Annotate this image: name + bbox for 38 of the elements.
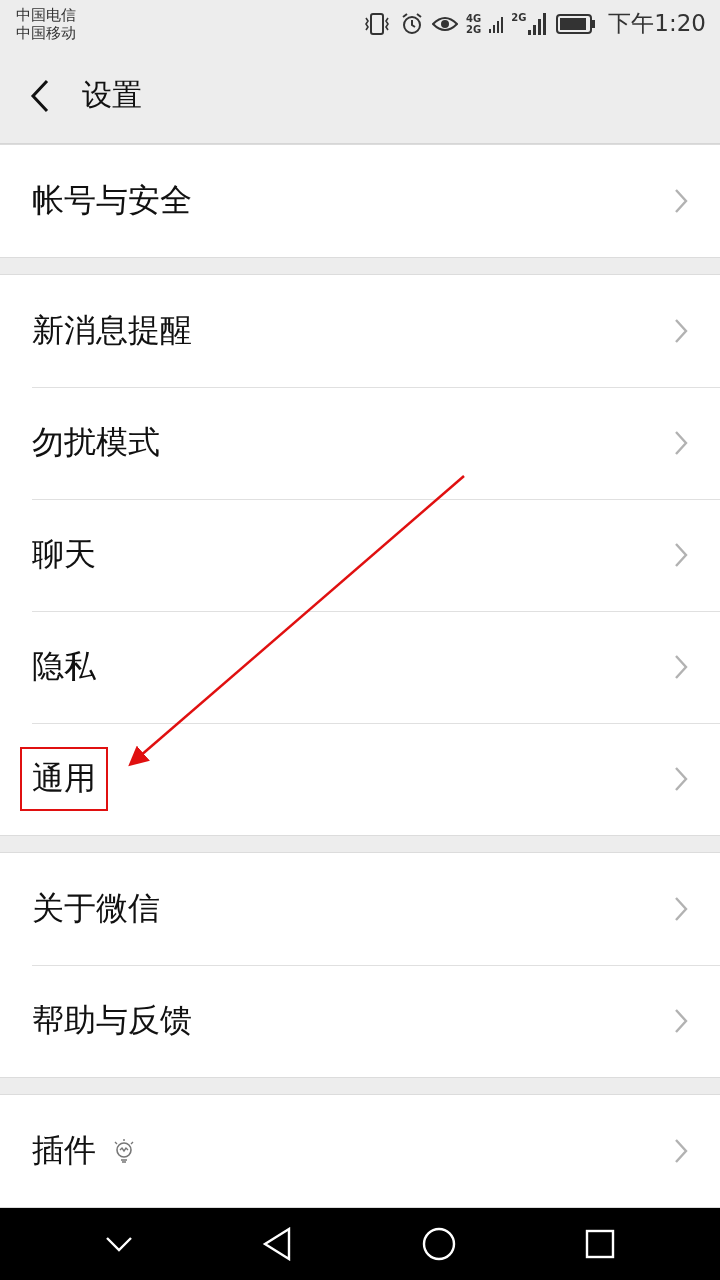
chevron-icon	[674, 318, 688, 345]
chevron-icon	[674, 1138, 688, 1165]
carrier-name: 中国电信	[16, 5, 76, 24]
signal-icon	[528, 11, 549, 36]
item-label: 帐号与安全	[31, 180, 193, 222]
item-label: 插件	[31, 1130, 97, 1172]
alarm-icon	[400, 11, 424, 36]
settings-item[interactable]: 新消息提醒	[0, 275, 720, 388]
clock-time: 下午1:20	[608, 9, 706, 39]
item-label: 新消息提醒	[31, 310, 193, 352]
network-label: 4G	[466, 12, 482, 24]
item-label: 通用	[20, 747, 108, 812]
item-label: 勿扰模式	[31, 422, 161, 464]
item-label: 关于微信	[31, 888, 161, 930]
chevron-icon	[674, 188, 688, 215]
chevron-icon	[674, 654, 688, 681]
item-label: 聊天	[31, 534, 97, 576]
recent-apps-icon[interactable]	[585, 1229, 616, 1260]
chevron-icon	[674, 766, 688, 793]
battery-icon	[556, 13, 597, 34]
chevron-icon	[674, 542, 688, 569]
network-label: 2G	[466, 23, 482, 35]
item-label: 隐私	[31, 646, 97, 688]
page-title: 设置	[82, 76, 142, 115]
settings-item[interactable]: 帐号与安全	[0, 145, 720, 258]
chevron-icon	[674, 1008, 688, 1035]
chevron-icon	[674, 896, 688, 923]
collapse-icon[interactable]	[104, 1236, 133, 1253]
vibrate-icon	[362, 11, 392, 36]
item-label: 帮助与反馈	[31, 1000, 193, 1042]
home-icon[interactable]	[421, 1227, 456, 1262]
carrier-name: 中国移动	[16, 23, 76, 42]
network-label: 2G	[511, 12, 527, 24]
back-icon[interactable]	[30, 78, 50, 113]
chevron-icon	[674, 430, 688, 457]
settings-item[interactable]: 插件	[0, 1095, 720, 1208]
settings-item[interactable]: 关于微信	[0, 853, 720, 966]
back-icon[interactable]	[262, 1227, 293, 1262]
